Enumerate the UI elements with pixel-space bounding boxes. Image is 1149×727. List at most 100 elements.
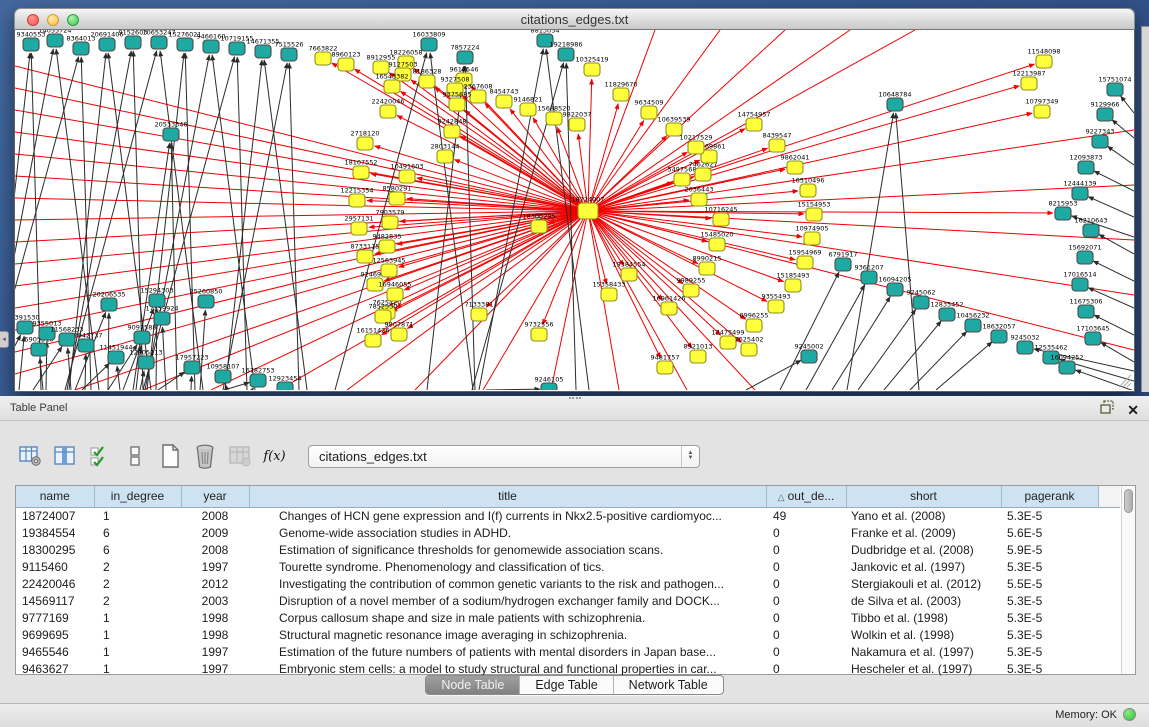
- network-node[interactable]: [1021, 77, 1037, 90]
- network-node[interactable]: [690, 350, 706, 363]
- network-node[interactable]: [801, 350, 817, 363]
- network-canvas[interactable]: 9340553140557248364013206914069152603106…: [14, 30, 1135, 392]
- network-node[interactable]: [578, 203, 598, 219]
- network-node[interactable]: [541, 383, 557, 390]
- column-header-in_degree[interactable]: in_degree: [94, 486, 181, 507]
- resize-grip-icon[interactable]: [1127, 383, 1131, 387]
- network-node[interactable]: [357, 250, 373, 263]
- network-node[interactable]: [1072, 278, 1088, 291]
- network-node[interactable]: [496, 95, 512, 108]
- column-header-pagerank[interactable]: pagerank: [1001, 486, 1098, 507]
- table-panel-header[interactable]: Table Panel ✕: [0, 396, 1149, 421]
- column-header-title[interactable]: title: [249, 486, 766, 507]
- network-node[interactable]: [163, 128, 179, 141]
- network-node[interactable]: [1092, 135, 1108, 148]
- network-node[interactable]: [531, 328, 547, 341]
- tab-network-table[interactable]: Network Table: [613, 676, 723, 694]
- network-node[interactable]: [177, 38, 193, 51]
- network-node[interactable]: [1107, 83, 1123, 96]
- network-node[interactable]: [315, 52, 331, 65]
- network-node[interactable]: [768, 300, 784, 313]
- delete-trash-icon[interactable]: [191, 443, 218, 470]
- network-node[interactable]: [769, 139, 785, 152]
- network-node[interactable]: [657, 361, 673, 374]
- network-table-selector[interactable]: citations_edges.txt ▲▼: [308, 445, 700, 468]
- network-node[interactable]: [546, 112, 562, 125]
- network-node[interactable]: [699, 262, 715, 275]
- column-header-short[interactable]: short: [846, 486, 1001, 507]
- column-header-out_de[interactable]: △out_de...: [766, 486, 846, 507]
- network-node[interactable]: [1072, 187, 1088, 200]
- network-node[interactable]: [641, 106, 657, 119]
- network-node[interactable]: [1083, 224, 1099, 237]
- network-node[interactable]: [198, 295, 214, 308]
- network-node[interactable]: [351, 222, 367, 235]
- network-node[interactable]: [382, 216, 398, 229]
- network-node[interactable]: [691, 193, 707, 206]
- network-node[interactable]: [281, 48, 297, 61]
- table-row[interactable]: 1938455462009Genome-wide association stu…: [16, 524, 1120, 541]
- new-column-icon[interactable]: [156, 443, 183, 470]
- network-node[interactable]: [73, 42, 89, 55]
- network-node[interactable]: [1078, 161, 1094, 174]
- tab-node-table[interactable]: Node Table: [426, 676, 519, 694]
- table-scrollbar[interactable]: [1121, 486, 1135, 674]
- table-scrollbar-thumb[interactable]: [1124, 489, 1133, 513]
- network-node[interactable]: [379, 240, 395, 253]
- network-node[interactable]: [1077, 251, 1093, 264]
- network-node[interactable]: [23, 38, 39, 51]
- network-node[interactable]: [357, 137, 373, 150]
- network-node[interactable]: [108, 351, 124, 364]
- network-node[interactable]: [449, 98, 465, 111]
- network-node[interactable]: [184, 361, 200, 374]
- network-node[interactable]: [17, 321, 33, 334]
- network-node[interactable]: [47, 34, 63, 47]
- network-node[interactable]: [125, 36, 141, 49]
- network-node[interactable]: [621, 268, 637, 281]
- network-node[interactable]: [861, 271, 877, 284]
- network-node[interactable]: [78, 339, 94, 352]
- minimize-traffic-light[interactable]: [47, 14, 59, 26]
- splitter-grip[interactable]: [569, 397, 581, 401]
- network-node[interactable]: [939, 308, 955, 321]
- network-node[interactable]: [887, 98, 903, 111]
- network-node[interactable]: [913, 296, 929, 309]
- table-row[interactable]: 1872400712008Changes of HCN gene express…: [16, 507, 1120, 524]
- network-node[interactable]: [419, 75, 435, 88]
- network-node[interactable]: [787, 161, 803, 174]
- network-node[interactable]: [349, 194, 365, 207]
- network-node[interactable]: [1036, 55, 1052, 68]
- network-node[interactable]: [558, 48, 574, 61]
- network-node[interactable]: [203, 40, 219, 53]
- network-node[interactable]: [1055, 207, 1071, 220]
- network-node[interactable]: [584, 63, 600, 76]
- network-node[interactable]: [661, 302, 677, 315]
- network-node[interactable]: [470, 90, 486, 103]
- table-row[interactable]: 977716911998Corpus callosum shape and si…: [16, 609, 1120, 626]
- network-node[interactable]: [391, 328, 407, 341]
- network-node[interactable]: [674, 173, 690, 186]
- collapse-panel-handle[interactable]: ◂: [0, 331, 9, 348]
- network-node[interactable]: [381, 264, 397, 277]
- network-node[interactable]: [1097, 108, 1113, 121]
- network-node[interactable]: [59, 333, 75, 346]
- network-node[interactable]: [277, 382, 293, 390]
- network-node[interactable]: [804, 232, 820, 245]
- network-node[interactable]: [338, 58, 354, 71]
- rows-stack-icon[interactable]: [121, 443, 148, 470]
- close-panel-icon[interactable]: ✕: [1127, 402, 1139, 418]
- network-node[interactable]: [1078, 305, 1094, 318]
- network-node[interactable]: [101, 298, 117, 311]
- network-node[interactable]: [520, 103, 536, 116]
- network-node[interactable]: [457, 51, 473, 64]
- network-node[interactable]: [31, 343, 47, 356]
- network-node[interactable]: [380, 105, 396, 118]
- network-node[interactable]: [134, 331, 150, 344]
- network-node[interactable]: [741, 343, 757, 356]
- network-node[interactable]: [365, 334, 381, 347]
- select-checks-icon[interactable]: [86, 443, 113, 470]
- network-node[interactable]: [569, 118, 585, 131]
- close-traffic-light[interactable]: [27, 14, 39, 26]
- network-node[interactable]: [384, 80, 400, 93]
- network-node[interactable]: [151, 36, 167, 49]
